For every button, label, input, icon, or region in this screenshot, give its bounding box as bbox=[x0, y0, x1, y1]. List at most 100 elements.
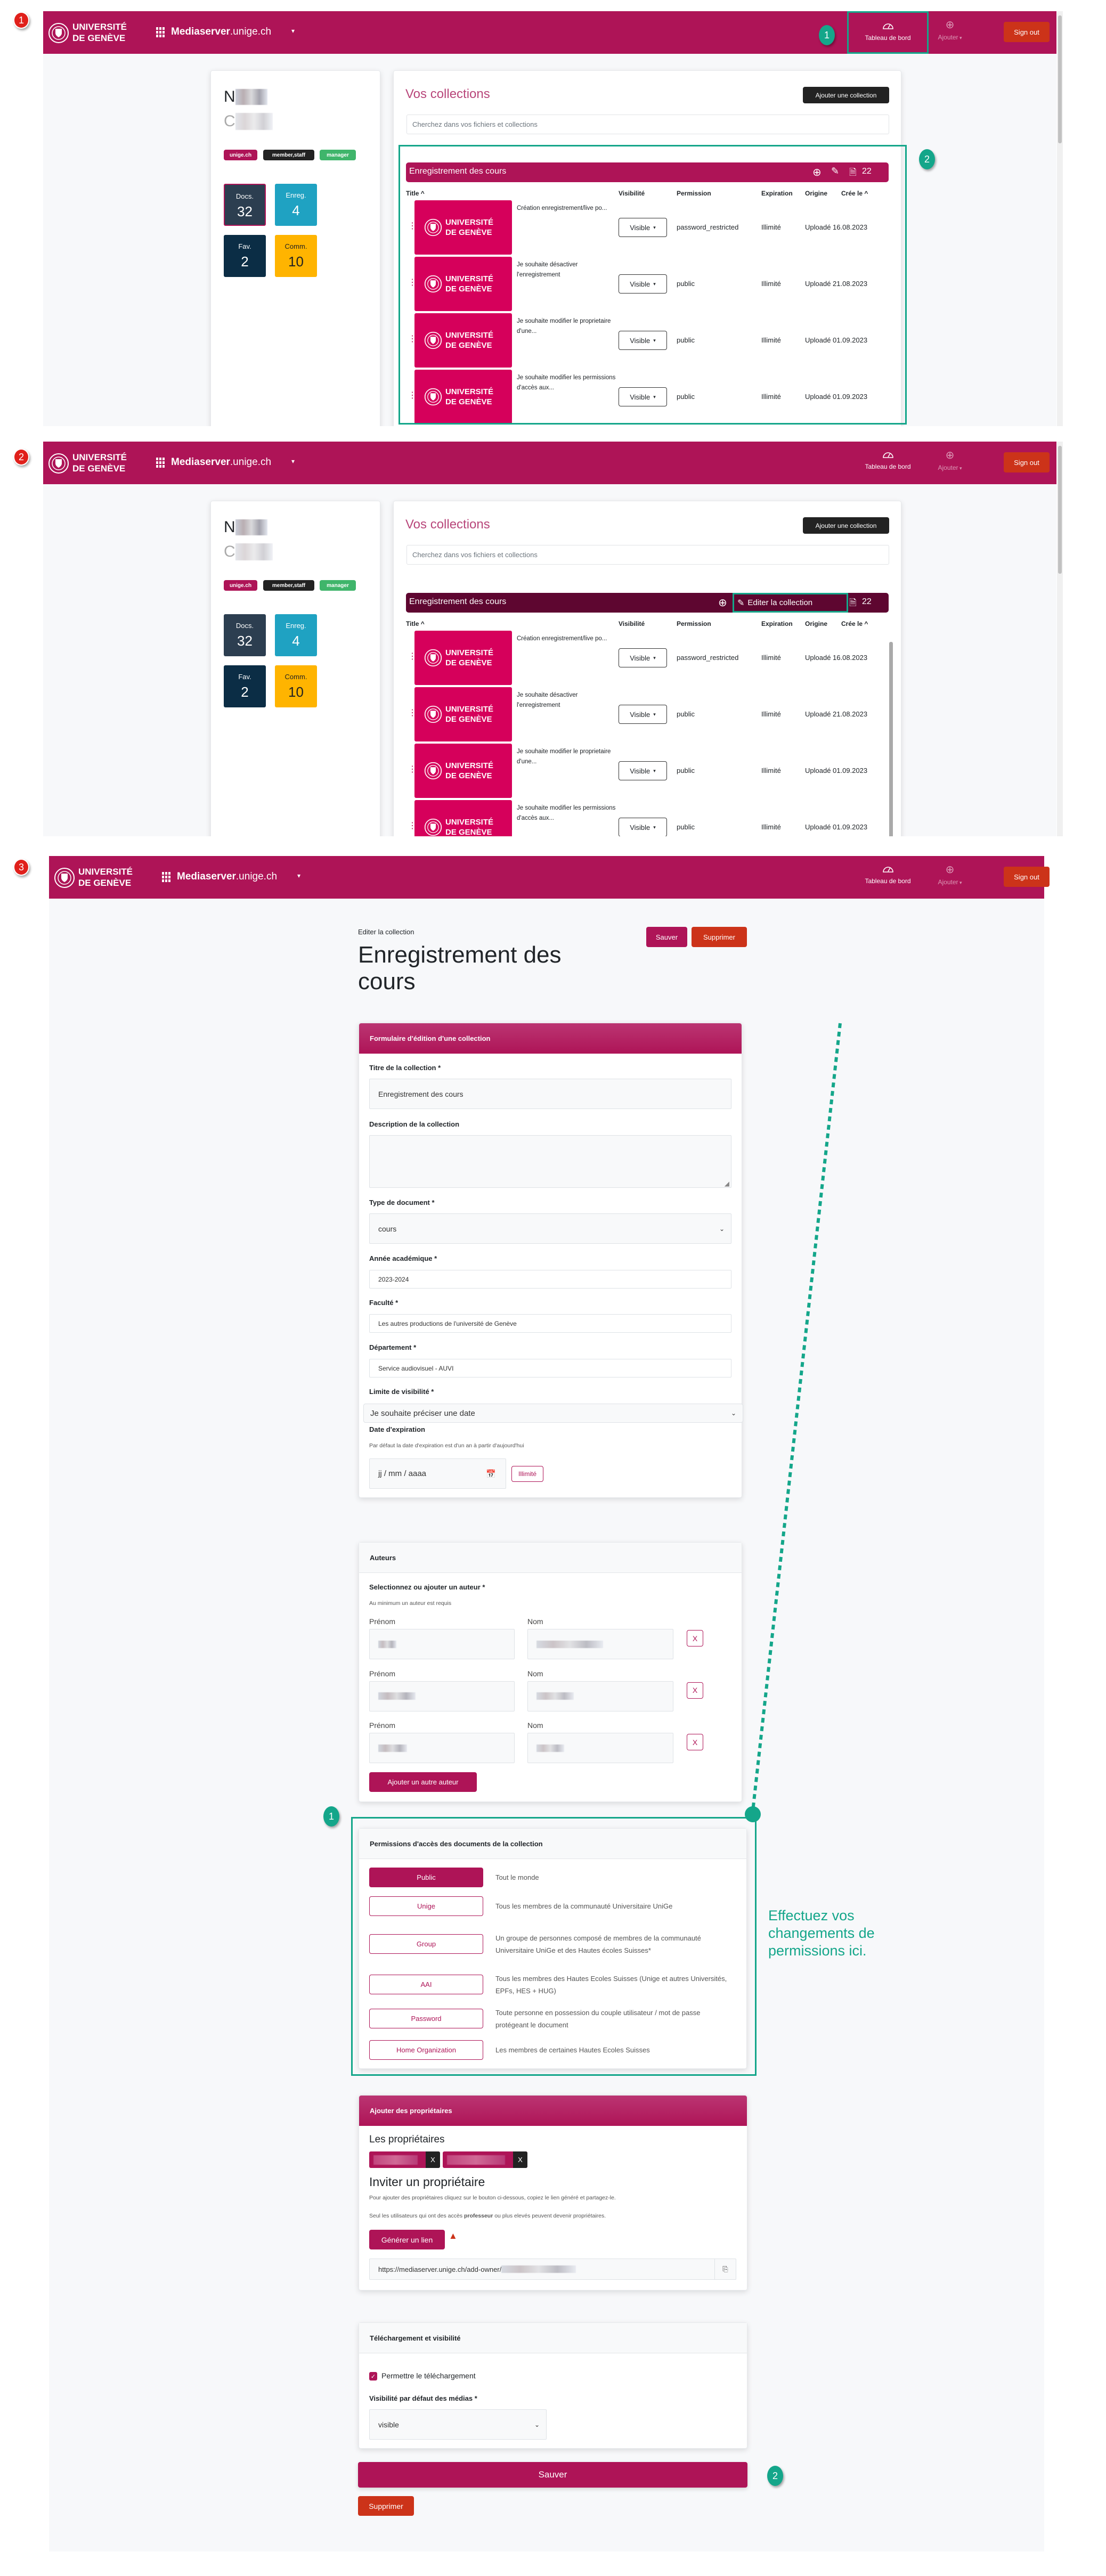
add-to-collection-icon[interactable]: ⊕ bbox=[718, 596, 727, 609]
site-caret-icon[interactable]: ▾ bbox=[291, 458, 295, 465]
site-caret-icon[interactable]: ▾ bbox=[297, 872, 300, 879]
copy-icon[interactable]: ⎘ bbox=[714, 2259, 736, 2279]
row-title[interactable]: Je souhaite modifier les permissions d'a… bbox=[517, 803, 618, 824]
university-logo[interactable]: UNIVERSITÉ DE GENÈVE bbox=[48, 451, 139, 476]
sign-out-button[interactable]: Sign out bbox=[1004, 867, 1050, 887]
row-title[interactable]: Création enregistrement/live po... bbox=[517, 634, 618, 644]
delete-button[interactable]: Supprimer bbox=[358, 2496, 414, 2516]
nav-dashboard[interactable]: Tableau de bord bbox=[847, 856, 929, 899]
site-name-link[interactable]: Mediaserver.unige.ch bbox=[171, 456, 271, 468]
apps-grid-icon[interactable] bbox=[162, 872, 170, 883]
search-input[interactable]: Cherchez dans vos fichiers et collection… bbox=[406, 115, 889, 134]
delete-button-top[interactable]: Supprimer bbox=[692, 927, 747, 947]
remove-author-button[interactable]: X bbox=[687, 1682, 703, 1699]
owner-link-field[interactable]: https://mediaserver.unige.ch/add-owner/ ⎘ bbox=[369, 2259, 736, 2280]
column-header[interactable]: Title ^ bbox=[406, 620, 425, 627]
generate-link-button[interactable]: Générer un lien bbox=[369, 2230, 445, 2249]
calendar-icon[interactable]: 📅 bbox=[486, 1469, 496, 1479]
department-input[interactable]: Service audiovisuel - AUVI bbox=[369, 1359, 731, 1377]
edit-collection-button[interactable]: ✎ Editer la collection bbox=[733, 593, 848, 613]
title-input[interactable]: Enregistrement des cours bbox=[369, 1079, 731, 1109]
last-name-label: Nom bbox=[527, 1669, 543, 1678]
add-author-button[interactable]: Ajouter un autre auteur bbox=[369, 1772, 477, 1792]
thumbnail[interactable]: UNIVERSITÉ DE GENÈVE bbox=[414, 744, 512, 798]
author-first-name-input[interactable] bbox=[369, 1733, 515, 1763]
author-first-name-input[interactable] bbox=[369, 1629, 515, 1659]
academic-year-input[interactable]: 2023-2024 bbox=[369, 1270, 731, 1289]
remove-author-button[interactable]: X bbox=[687, 1630, 703, 1646]
second-initial: C bbox=[224, 543, 235, 560]
authors-help: Au minimum un auteur est requis bbox=[369, 1600, 452, 1607]
stat-tile-docs[interactable]: Docs. 32 bbox=[224, 614, 266, 656]
search-input[interactable]: Cherchez dans vos fichiers et collection… bbox=[406, 545, 889, 565]
nav-dashboard[interactable]: Tableau de bord bbox=[847, 442, 929, 484]
nav-add[interactable]: ⊕ Ajouter ▾ bbox=[931, 11, 969, 54]
row-title[interactable]: Je souhaite modifier le proprietaire d'u… bbox=[517, 747, 618, 767]
document-type-select[interactable]: cours ⌄ bbox=[369, 1213, 731, 1244]
sign-out-button[interactable]: Sign out bbox=[1004, 22, 1050, 42]
nav-add[interactable]: ⊕ Ajouter ▾ bbox=[931, 856, 969, 899]
site-name-link[interactable]: Mediaserver.unige.ch bbox=[177, 871, 277, 883]
university-logo[interactable]: UNIVERSITÉ DE GENÈVE bbox=[54, 866, 144, 890]
remove-owner-button[interactable]: X bbox=[513, 2151, 527, 2168]
table-row[interactable]: ⋮ UNIVERSITÉ DE GENÈVE Je souhaite modifie… bbox=[406, 744, 889, 798]
apps-grid-icon[interactable] bbox=[156, 27, 165, 38]
nav-add-label: Ajouter bbox=[938, 464, 958, 471]
table-row[interactable]: ⋮ UNIVERSITÉ DE GENÈVE Création enregistre… bbox=[406, 631, 889, 685]
author-last-name-input[interactable] bbox=[527, 1733, 673, 1763]
collection-bar[interactable]: Enregistrement des cours ⊕ ✎ Editer la coll… bbox=[406, 593, 889, 613]
nav-add[interactable]: ⊕ Ajouter ▾ bbox=[931, 442, 969, 484]
allow-download-checkbox[interactable]: ✓ bbox=[369, 2372, 377, 2381]
description-textarea[interactable]: ◢ bbox=[369, 1135, 731, 1188]
expiration-help: Par défaut la date d'expiration est d'un… bbox=[369, 1442, 524, 1449]
site-name-link[interactable]: Mediaserver.unige.ch bbox=[171, 26, 271, 38]
remove-author-button[interactable]: X bbox=[687, 1734, 703, 1750]
author-last-name-input[interactable] bbox=[527, 1629, 673, 1659]
visibility-value: Visible bbox=[630, 823, 650, 832]
faculty-input[interactable]: Les autres productions de l'université d… bbox=[369, 1314, 731, 1333]
stat-tile-enreg[interactable]: Enreg. 4 bbox=[275, 614, 317, 656]
site-caret-icon[interactable]: ▾ bbox=[291, 27, 295, 35]
save-button-top[interactable]: Sauver bbox=[646, 927, 687, 947]
thumbnail[interactable]: UNIVERSITÉ DE GENÈVE bbox=[414, 800, 512, 836]
author-first-name-input[interactable] bbox=[369, 1681, 515, 1711]
nav-add-label-wrap: Ajouter ▾ bbox=[931, 464, 969, 471]
expiration-date-input[interactable]: jj / mm / aaaa 📅 bbox=[369, 1458, 506, 1489]
add-collection-button[interactable]: Ajouter une collection bbox=[803, 87, 889, 103]
table-row[interactable]: ⋮ UNIVERSITÉ DE GENÈVE Je souhaite désacti… bbox=[406, 687, 889, 741]
default-visibility-select[interactable]: visible ⌄ bbox=[369, 2409, 547, 2440]
sign-out-button[interactable]: Sign out bbox=[1004, 452, 1050, 472]
row-title[interactable]: Je souhaite désactiver l'enregistrement bbox=[517, 690, 618, 711]
unlimited-button[interactable]: Illimité bbox=[511, 1466, 543, 1482]
stat-tile-comm[interactable]: Comm. 10 bbox=[275, 665, 317, 707]
author-last-name-input[interactable] bbox=[527, 1681, 673, 1711]
page-scrollbar[interactable] bbox=[1057, 11, 1063, 426]
visibility-select[interactable]: Visible ▾ bbox=[619, 761, 667, 780]
callout-badge-collection: 2 bbox=[919, 149, 935, 169]
stat-tile-fav[interactable]: Fav. 2 bbox=[224, 235, 266, 277]
visibility-select[interactable]: Visible ▾ bbox=[619, 648, 667, 667]
apps-grid-icon[interactable] bbox=[156, 458, 165, 468]
table-row[interactable]: ⋮ UNIVERSITÉ DE GENÈVE Je souhaite modifie… bbox=[406, 800, 889, 836]
stat-tile-enreg[interactable]: Enreg. 4 bbox=[275, 184, 317, 226]
role-tag: member,staff bbox=[263, 150, 314, 160]
table-scrollbar[interactable] bbox=[889, 642, 893, 836]
visibility-select[interactable]: Visible ▾ bbox=[619, 705, 667, 724]
stat-tile-comm[interactable]: Comm. 10 bbox=[275, 235, 317, 277]
thumbnail[interactable]: UNIVERSITÉ DE GENÈVE bbox=[414, 631, 512, 685]
stat-tile-docs[interactable]: Docs. 32 bbox=[224, 184, 266, 226]
nav-dashboard[interactable]: Tableau de bord bbox=[847, 11, 929, 54]
highlight-collection-box bbox=[399, 145, 907, 425]
column-header[interactable]: Crée le ^ bbox=[841, 620, 868, 627]
visibility-limit-select[interactable]: Je souhaite préciser une date ⌄ bbox=[363, 1404, 743, 1423]
add-collection-button[interactable]: Ajouter une collection bbox=[803, 517, 889, 534]
page-scrollbar[interactable] bbox=[1057, 442, 1063, 836]
nav-dashboard-label: Tableau de bord bbox=[865, 877, 911, 885]
stat-tile-fav[interactable]: Fav. 2 bbox=[224, 665, 266, 707]
stat-value: 10 bbox=[288, 254, 304, 270]
save-button[interactable]: Sauver bbox=[358, 2462, 747, 2488]
visibility-select[interactable]: Visible ▾ bbox=[619, 818, 667, 836]
thumbnail[interactable]: UNIVERSITÉ DE GENÈVE bbox=[414, 687, 512, 741]
university-logo[interactable]: UNIVERSITÉ DE GENÈVE bbox=[48, 21, 139, 45]
remove-owner-button[interactable]: X bbox=[426, 2151, 440, 2168]
